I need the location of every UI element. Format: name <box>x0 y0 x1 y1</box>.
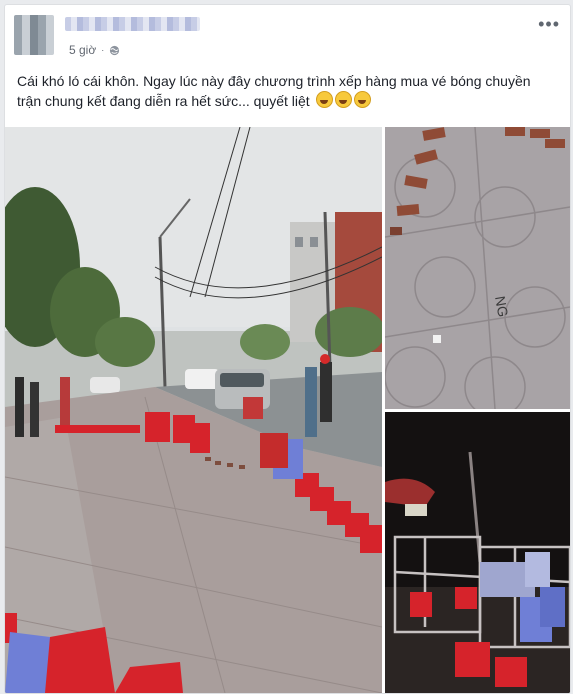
post-photo-night[interactable] <box>385 412 570 693</box>
globe-icon[interactable] <box>109 45 120 56</box>
post-timestamp[interactable]: 5 giờ <box>69 43 96 57</box>
laughing-emoji-icon <box>315 91 333 108</box>
post-meta: 5 giờ · <box>69 43 120 57</box>
bricks-photo-illustration: NG <box>385 127 570 409</box>
night-photo-illustration <box>385 412 570 693</box>
post-text: Cái khó ló cái khôn. Ngay lúc này đây ch… <box>17 71 557 111</box>
post-photo-street[interactable] <box>5 127 382 693</box>
post-text-body: Cái khó ló cái khôn. Ngay lúc này đây ch… <box>17 73 531 109</box>
post-card: 5 giờ · ••• Cái khó ló cái khôn. Ngay lú… <box>4 4 571 694</box>
author-name-blurred[interactable] <box>65 17 200 31</box>
laughing-emoji-icon <box>334 91 352 108</box>
street-photo-illustration <box>5 127 382 693</box>
author-avatar[interactable] <box>14 15 54 55</box>
laughing-emoji-icon <box>353 91 371 108</box>
more-options-icon[interactable]: ••• <box>538 15 560 33</box>
meta-separator: · <box>101 45 105 55</box>
post-photo-bricks[interactable]: NG <box>385 127 570 409</box>
